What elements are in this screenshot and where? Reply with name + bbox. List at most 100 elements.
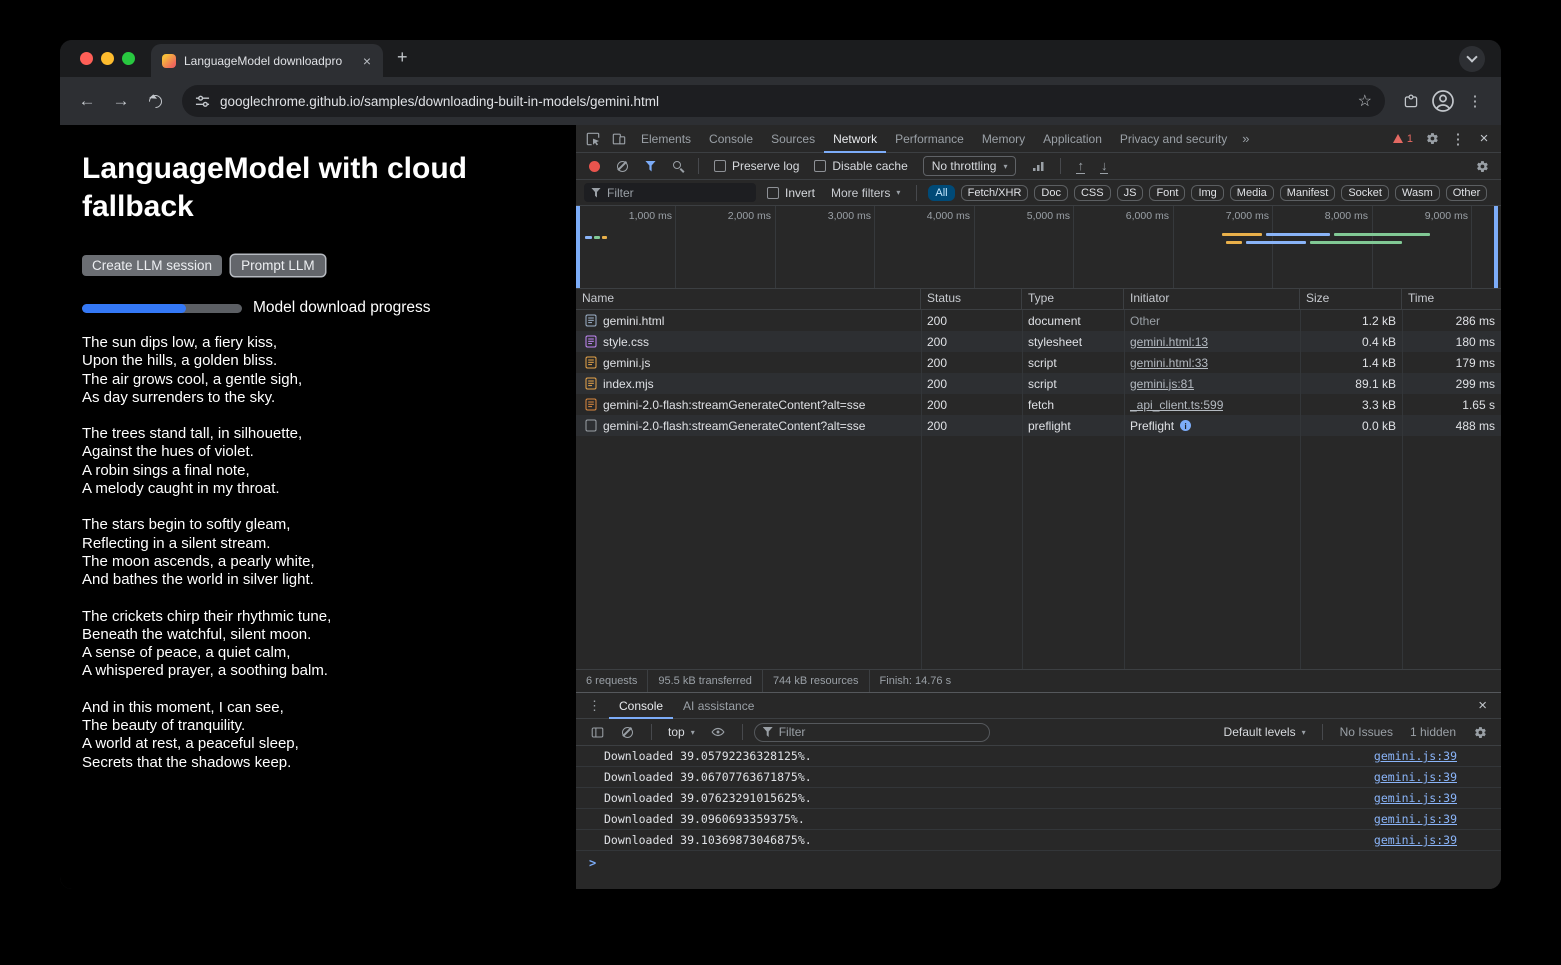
clear-network-log-icon[interactable]	[617, 161, 628, 172]
throttling-select[interactable]: No throttling ▾	[923, 156, 1017, 176]
column-header-initiator[interactable]: Initiator	[1124, 289, 1300, 309]
reload-button[interactable]	[140, 86, 170, 116]
info-icon[interactable]	[1180, 420, 1191, 431]
chip-fetch-xhr[interactable]: Fetch/XHR	[961, 185, 1029, 201]
request-row[interactable]: gemini-2.0-flash:streamGenerateContent?a…	[576, 415, 1501, 436]
browser-menu-button[interactable]: ⋮	[1461, 87, 1489, 115]
filter-icon[interactable]	[645, 161, 656, 172]
column-header-size[interactable]: Size	[1300, 289, 1402, 309]
console-source-link[interactable]: gemini.js:39	[1374, 833, 1457, 847]
export-har-icon[interactable]: ↓	[1100, 159, 1109, 174]
devtools-settings-gear-icon[interactable]	[1419, 127, 1445, 151]
console-source-link[interactable]: gemini.js:39	[1374, 791, 1457, 805]
close-devtools-button[interactable]: ×	[1471, 127, 1497, 151]
chip-font[interactable]: Font	[1149, 185, 1185, 201]
extensions-icon[interactable]	[1397, 87, 1425, 115]
record-network-log-button[interactable]	[589, 161, 600, 172]
initiator-link[interactable]: gemini.html:33	[1130, 356, 1208, 370]
issues-status[interactable]: No Issues	[1334, 725, 1399, 739]
network-conditions-icon[interactable]	[1025, 154, 1051, 178]
console-message: Downloaded 39.10369873046875%. gemini.js…	[576, 830, 1501, 851]
console-sidebar-icon[interactable]	[584, 720, 610, 744]
tab-memory[interactable]: Memory	[973, 125, 1034, 153]
address-bar[interactable]: googlechrome.github.io/samples/downloadi…	[182, 85, 1385, 117]
invert-checkbox[interactable]: Invert	[761, 186, 821, 200]
request-row[interactable]: index.mjs 200 script gemini.js:81 89.1 k…	[576, 373, 1501, 394]
more-tabs-icon[interactable]: »	[1236, 131, 1255, 146]
chip-img[interactable]: Img	[1191, 185, 1223, 201]
chip-manifest[interactable]: Manifest	[1280, 185, 1336, 201]
inspect-element-icon[interactable]	[580, 127, 606, 151]
import-har-icon[interactable]: ↑	[1076, 159, 1085, 174]
chip-all[interactable]: All	[928, 185, 954, 201]
tab-application[interactable]: Application	[1034, 125, 1111, 153]
close-drawer-icon[interactable]: ×	[1468, 697, 1497, 714]
tab-search-button[interactable]	[1459, 46, 1485, 72]
search-icon[interactable]	[673, 161, 681, 169]
console-prompt[interactable]: >	[576, 851, 1501, 873]
network-timeline-overview[interactable]: 1,000 ms 2,000 ms 3,000 ms 4,000 ms 5,00…	[576, 206, 1501, 289]
request-row[interactable]: style.css 200 stylesheet gemini.html:13 …	[576, 331, 1501, 352]
bookmark-star-icon[interactable]: ☆	[1358, 91, 1372, 111]
request-row[interactable]: gemini.js 200 script gemini.html:33 1.4 …	[576, 352, 1501, 373]
javascript-context-select[interactable]: top ▾	[663, 725, 700, 739]
chip-js[interactable]: JS	[1117, 185, 1144, 201]
console-source-link[interactable]: gemini.js:39	[1374, 770, 1457, 784]
initiator-link[interactable]: gemini.html:13	[1130, 335, 1208, 349]
network-filter-input[interactable]	[607, 186, 749, 200]
column-header-type[interactable]: Type	[1022, 289, 1124, 309]
close-window-button[interactable]	[80, 52, 93, 65]
console-source-link[interactable]: gemini.js:39	[1374, 812, 1457, 826]
drawer-tab-console[interactable]: Console	[609, 693, 673, 719]
request-row[interactable]: gemini.html 200 document Other 1.2 kB 28…	[576, 310, 1501, 331]
tab-close-icon[interactable]: ×	[359, 53, 375, 69]
default-levels-select[interactable]: Default levels ▾	[1219, 725, 1311, 739]
chip-socket[interactable]: Socket	[1341, 185, 1389, 201]
tab-sources[interactable]: Sources	[762, 125, 824, 153]
tab-elements[interactable]: Elements	[632, 125, 700, 153]
preserve-log-checkbox[interactable]: Preserve log	[708, 159, 805, 173]
tab-privacy-and-security[interactable]: Privacy and security	[1111, 125, 1236, 153]
tab-network[interactable]: Network	[824, 125, 886, 153]
overview-right-handle[interactable]	[1494, 206, 1498, 288]
clear-console-icon[interactable]	[622, 727, 633, 738]
chip-wasm[interactable]: Wasm	[1395, 185, 1440, 201]
column-header-time[interactable]: Time	[1402, 289, 1501, 309]
disable-cache-checkbox[interactable]: Disable cache	[808, 159, 913, 173]
more-filters-dropdown[interactable]: More filters ▾	[826, 186, 905, 200]
chip-other[interactable]: Other	[1446, 185, 1488, 201]
create-llm-session-button[interactable]: Create LLM session	[82, 255, 222, 276]
request-row[interactable]: gemini-2.0-flash:streamGenerateContent?a…	[576, 394, 1501, 415]
chip-doc[interactable]: Doc	[1034, 185, 1068, 201]
chip-media[interactable]: Media	[1230, 185, 1274, 201]
tab-console[interactable]: Console	[700, 125, 762, 153]
new-tab-button[interactable]: +	[383, 47, 408, 70]
issues-counter[interactable]: 1	[1387, 133, 1419, 145]
network-settings-gear-icon[interactable]	[1469, 154, 1495, 178]
site-info-icon[interactable]	[195, 94, 210, 109]
drawer-tab-ai-assistance[interactable]: AI assistance	[673, 693, 764, 719]
zoom-window-button[interactable]	[122, 52, 135, 65]
column-header-name[interactable]: Name	[576, 289, 921, 309]
eye-icon[interactable]	[705, 720, 731, 744]
hidden-messages-count[interactable]: 1 hidden	[1404, 725, 1462, 739]
chip-css[interactable]: CSS	[1074, 185, 1111, 201]
drawer-menu-icon[interactable]: ⋮	[580, 698, 609, 714]
browser-tab[interactable]: LanguageModel downloadpro ×	[151, 44, 383, 77]
tab-performance[interactable]: Performance	[886, 125, 973, 153]
console-filter-input[interactable]	[779, 725, 981, 739]
profile-avatar[interactable]	[1429, 87, 1457, 115]
initiator-link[interactable]: gemini.js:81	[1130, 377, 1194, 391]
device-toolbar-icon[interactable]	[606, 127, 632, 151]
prompt-llm-button[interactable]: Prompt LLM	[231, 255, 325, 276]
console-source-link[interactable]: gemini.js:39	[1374, 749, 1457, 763]
summary-resources: 744 kB resources	[763, 670, 870, 692]
back-button[interactable]: ←	[72, 86, 102, 116]
column-header-status[interactable]: Status	[921, 289, 1022, 309]
minimize-window-button[interactable]	[101, 52, 114, 65]
initiator-link[interactable]: _api_client.ts:599	[1130, 398, 1223, 412]
devtools-menu-button[interactable]: ⋮	[1445, 127, 1471, 151]
console-settings-gear-icon[interactable]	[1467, 720, 1493, 744]
overview-left-handle[interactable]	[576, 206, 580, 288]
forward-button[interactable]: →	[106, 86, 136, 116]
